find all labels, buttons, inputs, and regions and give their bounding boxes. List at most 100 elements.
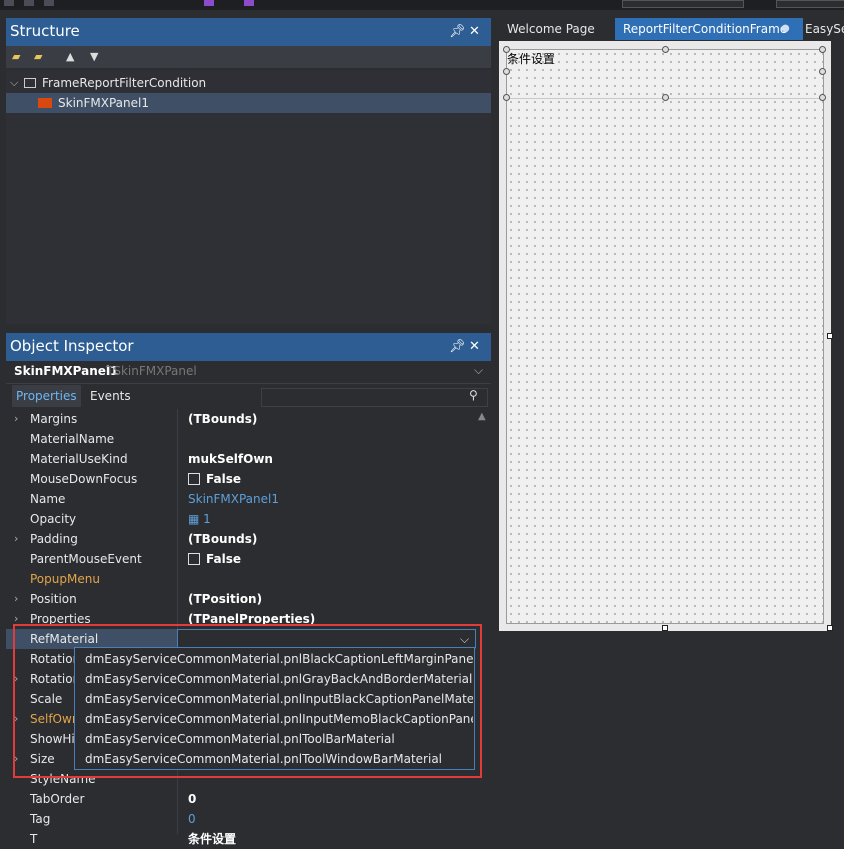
chevron-right-icon[interactable]: › [14, 529, 18, 549]
property-value[interactable]: False [188, 549, 241, 569]
dropdown-option[interactable]: dmEasyServiceCommonMaterial.pnlToolWindo… [85, 749, 473, 769]
object-inspector-title-bar: Object Inspector 📌︎ ✕ [6, 333, 491, 361]
property-name: MouseDownFocus [30, 472, 138, 486]
move-up-icon[interactable]: ▲ [66, 50, 74, 63]
folder-icon[interactable]: ▰ [12, 50, 20, 63]
toolbar-icon[interactable] [204, 0, 214, 6]
checkbox[interactable] [188, 473, 200, 485]
property-row[interactable]: ParentMouseEvent False [6, 549, 476, 569]
toolbar-icon[interactable] [44, 0, 54, 6]
property-name: ParentMouseEvent [30, 552, 142, 566]
search-icon[interactable]: ⚲ [469, 388, 478, 402]
dropdown-option[interactable]: dmEasyServiceCommonMaterial.pnlInputBlac… [85, 689, 473, 709]
delete-icon[interactable]: ▰ [34, 50, 42, 63]
chevron-down-icon[interactable]: ⌵ [10, 73, 18, 93]
close-icon[interactable]: ✕ [469, 18, 480, 45]
property-row[interactable]: T 条件设置 [6, 829, 476, 849]
property-row[interactable]: PopupMenu [6, 569, 476, 589]
tab-easyser[interactable]: EasySer [797, 18, 844, 40]
dropdown-option[interactable]: dmEasyServiceCommonMaterial.pnlBlackCapt… [85, 649, 473, 669]
property-value[interactable]: mukSelfOwn [188, 449, 273, 469]
property-value[interactable]: False [188, 469, 241, 489]
tree-item[interactable]: ⌵ FrameReportFilterCondition [6, 73, 491, 93]
chevron-right-icon[interactable]: › [14, 409, 18, 429]
resize-handle[interactable] [503, 46, 510, 53]
resize-handle[interactable] [819, 68, 826, 75]
component-selector[interactable]: SkinFMXPanel1 TSkinFMXPanel ⌵ [6, 361, 491, 384]
scroll-up-icon[interactable]: ▲ [478, 411, 486, 422]
property-value[interactable]: 条件设置 [188, 829, 236, 849]
chevron-down-icon[interactable]: ⌵ [474, 363, 483, 378]
panel-icon [38, 98, 52, 108]
dropdown-option[interactable]: dmEasyServiceCommonMaterial.pnlToolBarMa… [85, 729, 473, 749]
property-value[interactable]: ▦ 1 [188, 509, 211, 529]
property-value[interactable]: (TBounds) [188, 409, 257, 429]
object-inspector-title: Object Inspector [10, 337, 134, 355]
frame-form[interactable]: 条件设置 [503, 46, 826, 624]
tree-item-label: FrameReportFilterCondition [42, 76, 207, 90]
property-row[interactable]: TabOrder 0 [6, 789, 476, 809]
property-name: Opacity [30, 512, 77, 526]
tree-item-label: SkinFMXPanel1 [58, 96, 149, 110]
resize-handle[interactable] [503, 68, 510, 75]
property-name: Tag [30, 812, 51, 826]
structure-title: Structure [10, 22, 80, 40]
tab-label: ReportFilterConditionFrame [623, 22, 788, 36]
tab-reportfilterconditionframe[interactable]: ReportFilterConditionFrame ● [615, 18, 803, 40]
component-type: TSkinFMXPanel [106, 364, 197, 378]
toolbar-icon[interactable] [244, 0, 254, 6]
structure-panel: Structure 📌︎ ✕ ▰ ▰ ▲ ▼ ⌵ FrameReportFilt… [6, 18, 491, 324]
toolbar-icon[interactable] [24, 0, 34, 6]
property-name: TabOrder [30, 792, 85, 806]
tab-welcome-page[interactable]: Welcome Page [499, 18, 621, 40]
resize-handle[interactable] [819, 94, 826, 101]
dropdown-option[interactable]: dmEasyServiceCommonMaterial.pnlGrayBackA… [85, 669, 473, 689]
property-value[interactable]: (TPosition) [188, 589, 262, 609]
property-name: MaterialName [30, 432, 115, 446]
resize-handle[interactable] [662, 46, 669, 53]
property-name: PopupMenu [30, 572, 100, 586]
property-row[interactable]: Name SkinFMXPanel1 [6, 489, 476, 509]
property-row[interactable]: MouseDownFocus False [6, 469, 476, 489]
toolbar-icon[interactable] [4, 0, 14, 6]
refmaterial-dropdown-list[interactable]: dmEasyServiceCommonMaterial.pnlBlackCapt… [74, 647, 475, 770]
property-name: Padding [30, 532, 78, 546]
property-row[interactable]: Opacity ▦ 1 [6, 509, 476, 529]
pin-icon[interactable]: 📌︎ [449, 18, 466, 45]
canvas-resize-handle[interactable] [662, 625, 668, 631]
checkbox[interactable] [188, 553, 200, 565]
property-row[interactable]: Tag 0 [6, 809, 476, 829]
canvas-resize-handle[interactable] [827, 333, 833, 339]
property-value[interactable]: 0 [188, 809, 196, 829]
chevron-right-icon[interactable]: › [14, 589, 18, 609]
dropdown-option[interactable]: dmEasyServiceCommonMaterial.pnlInputMemo… [85, 709, 473, 729]
close-icon[interactable]: ✕ [469, 333, 480, 360]
tab-label: EasySer [805, 22, 844, 36]
canvas-resize-handle[interactable] [827, 625, 833, 631]
property-row[interactable]: › Position (TPosition) [6, 589, 476, 609]
property-row[interactable]: MaterialName [6, 429, 476, 449]
checkbox-label: False [206, 472, 241, 486]
property-search-input[interactable] [261, 388, 488, 407]
property-value[interactable]: 0 [188, 789, 196, 809]
tree-item[interactable]: SkinFMXPanel1 [6, 93, 491, 113]
pin-icon[interactable]: 📌︎ [449, 333, 466, 360]
resize-handle[interactable] [503, 94, 510, 101]
frame-icon [24, 78, 36, 88]
top-toolbar-strip [0, 0, 844, 10]
resize-handle[interactable] [819, 46, 826, 53]
tab-properties[interactable]: Properties [12, 385, 81, 407]
document-tabs: Welcome Page ReportFilterConditionFrame … [499, 18, 844, 40]
tab-events[interactable]: Events [86, 385, 135, 407]
property-name: Position [30, 592, 77, 606]
property-row[interactable]: › Padding (TBounds) [6, 529, 476, 549]
move-down-icon[interactable]: ▼ [90, 50, 98, 63]
toolbar-combo[interactable] [776, 0, 844, 8]
property-row[interactable]: › Margins (TBounds) [6, 409, 476, 429]
property-row[interactable]: MaterialUseKind mukSelfOwn [6, 449, 476, 469]
property-value[interactable]: SkinFMXPanel1 [188, 489, 279, 509]
form-caption: 条件设置 [507, 52, 556, 66]
property-value[interactable]: (TBounds) [188, 529, 257, 549]
resize-handle[interactable] [662, 94, 669, 101]
toolbar-combo[interactable] [622, 0, 744, 8]
